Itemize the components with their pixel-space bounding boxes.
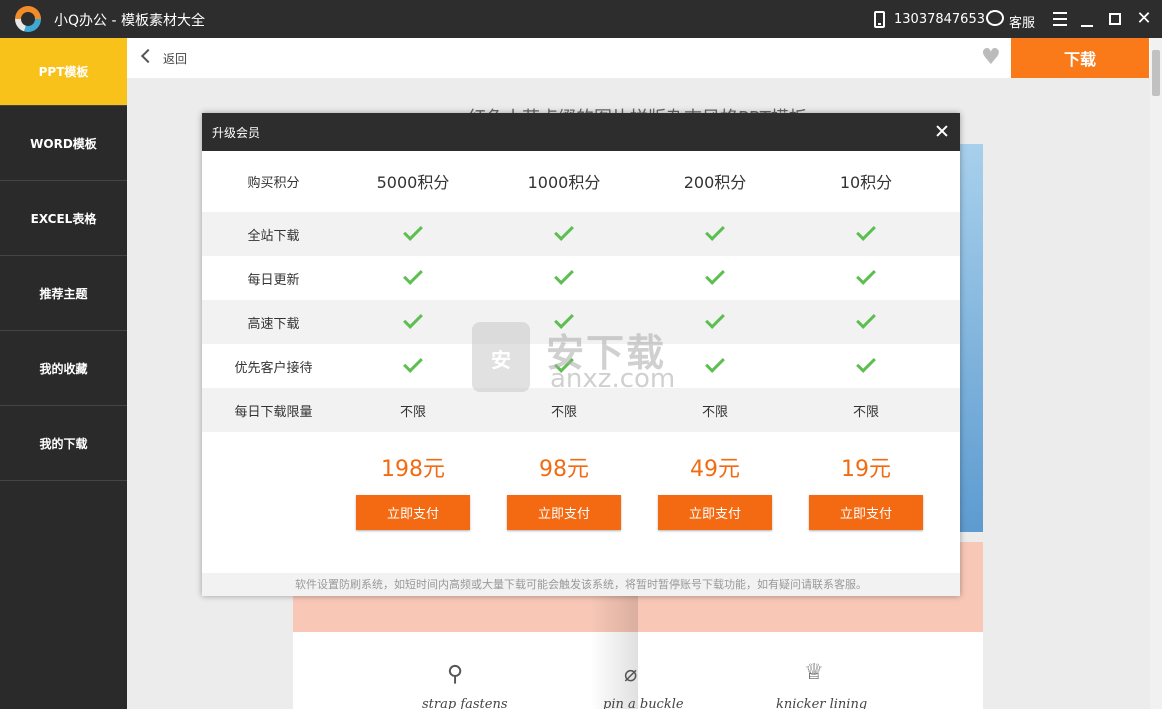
- check-icon: [353, 220, 473, 244]
- pay-now-button[interactable]: 立即支付: [356, 495, 470, 530]
- close-icon[interactable]: [934, 123, 950, 139]
- service-button[interactable]: 客服: [1009, 12, 1035, 31]
- feature-label: 每日更新: [247, 272, 300, 288]
- sidebar-item-label: EXCEL表格: [30, 211, 97, 226]
- app-logo-icon: [15, 6, 41, 32]
- watermark-bag-icon: 安: [472, 322, 530, 392]
- feature-row: 全站下载: [202, 212, 960, 256]
- check-icon: [504, 220, 624, 244]
- dialog-footnote: 软件设置防刷系统，如短时间内高频或大量下载可能会触发该系统，将暂时暂停账号下载功…: [202, 573, 960, 596]
- feature-label: 高速下载: [247, 316, 300, 332]
- paperclip-icon: ⌀: [624, 662, 638, 687]
- plan-name: 200积分: [683, 173, 747, 192]
- preview-caption: strap fastens: [422, 697, 508, 709]
- plan-name: 1000积分: [527, 173, 601, 192]
- limit-row: 每日下载限量 不限 不限 不限 不限: [202, 388, 960, 432]
- feature-row: 每日更新: [202, 256, 960, 300]
- magnifier-icon: ⚲: [447, 662, 464, 687]
- check-icon: [655, 308, 775, 332]
- trophy-icon: ♕: [804, 660, 824, 685]
- limit-value: 不限: [852, 404, 879, 420]
- sidebar-item-label: WORD模板: [30, 136, 97, 151]
- sidebar-item-excel[interactable]: EXCEL表格: [0, 181, 127, 256]
- chat-icon[interactable]: [986, 7, 1004, 26]
- favorite-heart-icon[interactable]: ♥: [981, 47, 1001, 69]
- minimize-icon[interactable]: [1078, 8, 1098, 30]
- plan-price: 49元: [690, 457, 740, 482]
- pay-now-button[interactable]: 立即支付: [507, 495, 621, 530]
- dialog-title: 升级会员: [212, 126, 261, 140]
- phone-icon: [874, 11, 885, 28]
- check-icon: [353, 308, 473, 332]
- plan-name: 10积分: [839, 173, 893, 192]
- check-icon: [504, 264, 624, 288]
- download-button[interactable]: 下载: [1011, 38, 1149, 78]
- check-icon: [655, 220, 775, 244]
- sidebar-item-ppt[interactable]: PPT模板: [0, 38, 127, 106]
- sidebar-item-favorites[interactable]: 我的收藏: [0, 331, 127, 406]
- app-title: 小Q办公 - 模板素材大全: [54, 13, 205, 29]
- sidebar-item-recommended[interactable]: 推荐主题: [0, 256, 127, 331]
- back-button[interactable]: 返回: [163, 50, 187, 67]
- close-window-icon[interactable]: ✕: [1134, 8, 1154, 30]
- limit-value: 不限: [550, 404, 577, 420]
- phone-number: 13037847653: [894, 12, 985, 27]
- plan-price: 98元: [539, 457, 589, 482]
- feature-label: 全站下载: [247, 228, 300, 244]
- sidebar-item-label: 我的收藏: [39, 361, 88, 376]
- scrollbar-thumb[interactable]: [1152, 50, 1160, 96]
- pay-now-button[interactable]: 立即支付: [658, 495, 772, 530]
- preview-caption: knicker lining: [776, 697, 868, 709]
- plan-name: 5000积分: [376, 173, 450, 192]
- sidebar-item-label: PPT模板: [38, 65, 89, 79]
- maximize-icon[interactable]: [1106, 8, 1126, 30]
- limit-value: 不限: [399, 404, 426, 420]
- feature-label: 每日下载限量: [234, 404, 313, 420]
- sidebar-item-label: 我的下载: [39, 436, 88, 451]
- check-icon: [353, 352, 473, 376]
- check-icon: [655, 264, 775, 288]
- pay-now-button[interactable]: 立即支付: [809, 495, 923, 530]
- sidebar: PPT模板 WORD模板 EXCEL表格 推荐主题 我的收藏 我的下载: [0, 38, 127, 709]
- preview-caption: pin a buckle: [603, 697, 684, 709]
- check-icon: [806, 352, 926, 376]
- scrollbar[interactable]: [1150, 38, 1162, 709]
- watermark-url: anxz.com: [550, 364, 676, 394]
- sidebar-item-word[interactable]: WORD模板: [0, 106, 127, 181]
- content-header: 返回 ♥ 下载: [127, 38, 1150, 78]
- limit-value: 不限: [701, 404, 728, 420]
- title-bar: 小Q办公 - 模板素材大全 13037847653 客服 ✕: [0, 0, 1162, 38]
- plan-header-row: 购买积分 5000积分 1000积分 200积分 10积分: [202, 151, 960, 211]
- feature-label: 优先客户接待: [234, 360, 313, 376]
- check-icon: [806, 220, 926, 244]
- watermark-badge: 安: [491, 348, 511, 372]
- check-icon: [353, 264, 473, 288]
- dialog-header: 升级会员: [202, 113, 960, 151]
- plan-price: 19元: [841, 457, 891, 482]
- check-icon: [806, 264, 926, 288]
- plan-price: 198元: [381, 457, 445, 482]
- sidebar-item-label: 推荐主题: [39, 286, 88, 301]
- sidebar-item-downloads[interactable]: 我的下载: [0, 406, 127, 481]
- back-arrow-icon[interactable]: [140, 48, 156, 64]
- menu-icon[interactable]: [1050, 8, 1070, 30]
- row-label: 购买积分: [247, 175, 300, 191]
- check-icon: [806, 308, 926, 332]
